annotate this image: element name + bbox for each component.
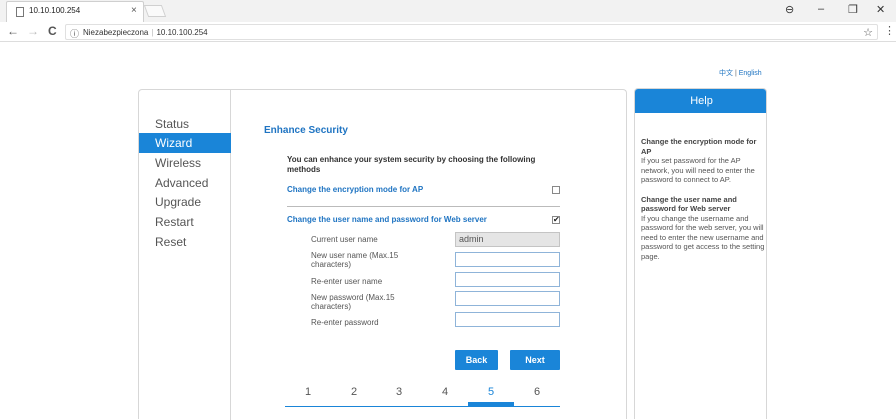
sidebar-item-advanced[interactable]: Advanced (139, 173, 231, 193)
reload-icon[interactable]: C (48, 24, 57, 38)
next-button[interactable]: Next (510, 350, 560, 370)
browser-tab[interactable]: 10.10.100.254 × (6, 1, 144, 22)
page-title: Enhance Security (264, 125, 348, 136)
step-3: 3 (395, 386, 403, 398)
new-password-input[interactable] (455, 291, 560, 306)
step-2: 2 (350, 386, 358, 398)
url: 10.10.100.254 (156, 28, 208, 37)
new-tab-button[interactable] (143, 5, 167, 17)
sidebar-item-restart[interactable]: Restart (139, 212, 231, 232)
close-window-button[interactable]: ✕ (876, 3, 885, 16)
current-username-label: Current user name (311, 235, 378, 244)
page-icon (16, 7, 24, 17)
intro-text: You can enhance your system security by … (287, 155, 536, 174)
encryption-checkbox[interactable] (552, 186, 560, 194)
step-1: 1 (304, 386, 312, 398)
browser-tabbar: 10.10.100.254 × ⊖ – ❐ ✕ (0, 0, 896, 22)
browser-toolbar: ← → C ⓘ Niezabezpieczona | 10.10.100.254 ☆… (0, 22, 896, 42)
reenter-password-input[interactable] (455, 312, 560, 327)
url-separator: | (151, 28, 154, 37)
minimize-button[interactable]: – (818, 3, 824, 15)
info-icon[interactable]: ⓘ (70, 27, 79, 40)
sidebar-item-reset[interactable]: Reset (139, 232, 231, 252)
reenter-username-label: Re-enter user name (311, 277, 383, 286)
url-text: Niezabezpieczona | 10.10.100.254 (83, 28, 208, 37)
new-username-input[interactable] (455, 252, 560, 267)
language-switch: 中文 | English (719, 68, 762, 78)
sidebar-item-status[interactable]: Status (139, 114, 231, 134)
main-panel: Status Wizard Wireless Advanced Upgrade … (138, 89, 627, 420)
browser-menu-icon[interactable]: ⋮ (884, 24, 895, 37)
credentials-checkbox[interactable]: ✔ (552, 216, 560, 224)
help-spacer (641, 185, 765, 195)
option-credentials-row: Change the user name and password for We… (287, 215, 560, 229)
step-5: 5 (487, 386, 495, 398)
reenter-username-input[interactable] (455, 272, 560, 287)
help-panel: Help Change the encryption mode for AP I… (634, 88, 767, 419)
current-username-field: admin (455, 232, 560, 247)
address-bar[interactable]: ⓘ Niezabezpieczona | 10.10.100.254 ☆ (65, 24, 878, 40)
back-arrow-icon[interactable]: ← (7, 24, 19, 38)
restore-button[interactable]: ❐ (848, 3, 858, 16)
forward-arrow-icon[interactable]: → (27, 24, 39, 38)
tab-title: 10.10.100.254 (29, 6, 81, 15)
bookmark-star-icon[interactable]: ☆ (863, 26, 873, 39)
page: 中文 | English Status Wizard Wireless Adva… (0, 43, 896, 420)
new-password-label: New password (Max.15 characters) (311, 293, 395, 311)
lang-chinese-link[interactable]: 中文 (719, 70, 733, 77)
current-step-marker (468, 402, 514, 407)
wizard-content: Enhance Security You can enhance your sy… (231, 90, 627, 420)
help-body: Change the encryption mode for AP If you… (641, 137, 765, 261)
sidebar: Status Wizard Wireless Advanced Upgrade … (139, 90, 231, 420)
tab-close-icon[interactable]: × (131, 5, 137, 16)
option-encryption-label[interactable]: Change the encryption mode for AP (287, 185, 423, 194)
lang-english-link[interactable]: English (739, 70, 762, 77)
help-section2-title: Change the user name and password for We… (641, 194, 737, 214)
help-section1-title: Change the encryption mode for AP (641, 137, 757, 156)
help-section2-text: If you change the username and password … (641, 213, 765, 261)
step-progress-line (285, 406, 560, 407)
security-label: Niezabezpieczona (83, 28, 149, 37)
help-title: Help (635, 89, 766, 113)
new-username-label: New user name (Max.15 characters) (311, 251, 399, 269)
back-button[interactable]: Back (455, 350, 498, 370)
wizard-steps: 1 2 3 4 5 6 (285, 386, 560, 408)
help-section1-text: If you set password for the AP network, … (641, 156, 755, 184)
reenter-password-label: Re-enter password (311, 318, 379, 327)
step-6: 6 (533, 386, 541, 398)
sidebar-item-upgrade[interactable]: Upgrade (139, 192, 231, 212)
step-4: 4 (441, 386, 449, 398)
sidebar-item-wireless[interactable]: Wireless (139, 153, 231, 173)
lang-separator: | (734, 70, 737, 77)
sidebar-item-wizard[interactable]: Wizard (139, 133, 231, 153)
option-encryption-row: Change the encryption mode for AP (287, 185, 560, 199)
divider (287, 206, 560, 207)
profile-icon[interactable]: ⊖ (785, 3, 794, 16)
option-credentials-label[interactable]: Change the user name and password for We… (287, 215, 487, 224)
